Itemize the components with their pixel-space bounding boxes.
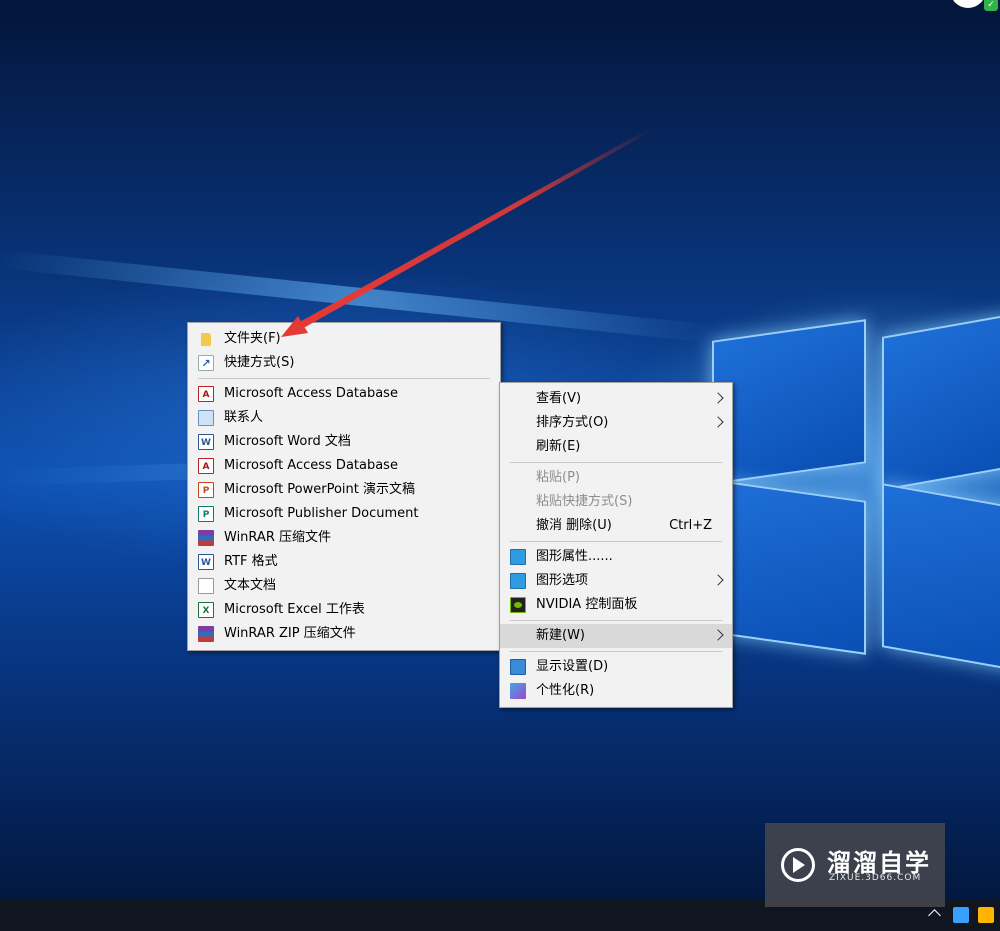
windows-logo-pane <box>712 319 866 485</box>
menu-item-microsoft-word[interactable]: W Microsoft Word 文档 <box>188 430 500 454</box>
menu-item-microsoft-excel[interactable]: X Microsoft Excel 工作表 <box>188 598 500 622</box>
menu-item-label: Microsoft PowerPoint 演示文稿 <box>224 482 416 497</box>
menu-item-label: 显示设置(D) <box>536 659 609 674</box>
menu-item-f[interactable]: 文件夹(F) <box>188 327 500 351</box>
chevron-right-icon <box>712 416 724 428</box>
menu-item-winrar-zip[interactable]: WinRAR ZIP 压缩文件 <box>188 622 500 646</box>
menu-item-v[interactable]: 查看(V) <box>500 387 732 411</box>
play-logo-icon <box>781 848 815 882</box>
rtf-icon: W <box>198 554 214 570</box>
avatar <box>950 0 986 8</box>
access-icon: A <box>198 386 214 402</box>
watermark: 溜溜自学 ZIXUE.3D66.COM <box>765 823 945 907</box>
menu-item-label: 粘贴快捷方式(S) <box>536 494 633 509</box>
menu-item-microsoft-access-database[interactable]: A Microsoft Access Database <box>188 454 500 478</box>
publisher-icon: P <box>198 506 214 522</box>
menu-item-label: 查看(V) <box>536 391 582 406</box>
checkmark-icon: ✓ <box>984 0 998 11</box>
word-icon: W <box>198 434 214 450</box>
menu-item-label: 图形属性...... <box>536 549 613 564</box>
menu-item-label: RTF 格式 <box>224 554 278 569</box>
chevron-right-icon <box>712 574 724 586</box>
menu-item-s[interactable]: ↗ 快捷方式(S) <box>188 351 500 375</box>
menu-item-d[interactable]: 显示设置(D) <box>500 655 732 679</box>
menu-item-item-9[interactable]: 图形选项 <box>500 569 732 593</box>
excel-icon: X <box>198 602 214 618</box>
menu-item-label: 联系人 <box>224 410 264 425</box>
menu-item-nvidia[interactable]: NVIDIA 控制面板 <box>500 593 732 617</box>
tray-app-icon[interactable] <box>953 907 969 923</box>
new-submenu: 文件夹(F) ↗ 快捷方式(S) A Microsoft Access Database… <box>187 322 501 651</box>
menu-item-label: Microsoft Excel 工作表 <box>224 602 365 617</box>
menu-item-microsoft-access-database[interactable]: A Microsoft Access Database <box>188 382 500 406</box>
user-account-badge: ✓ <box>940 0 1000 12</box>
graphics-properties-icon <box>510 549 526 565</box>
menu-item-winrar[interactable]: WinRAR 压缩文件 <box>188 526 500 550</box>
winrar-zip-icon <box>198 626 214 642</box>
menu-item-label: Microsoft Access Database <box>224 458 398 473</box>
menu-separator <box>510 620 722 621</box>
shortcut-icon: ↗ <box>198 355 214 371</box>
access-icon: A <box>198 458 214 474</box>
nvidia-icon <box>510 597 526 613</box>
menu-item-shortcut: Ctrl+Z <box>669 518 712 533</box>
show-hidden-icons-chevron-icon[interactable] <box>928 909 941 922</box>
display-settings-icon <box>510 659 526 675</box>
menu-item-label: 粘贴(P) <box>536 470 580 485</box>
menu-item-p: 粘贴(P) <box>500 466 732 490</box>
chevron-right-icon <box>712 629 724 641</box>
menu-item-label: NVIDIA 控制面板 <box>536 597 638 612</box>
menu-item-s: 粘贴快捷方式(S) <box>500 490 732 514</box>
menu-item-label: WinRAR ZIP 压缩文件 <box>224 626 356 641</box>
menu-item-label: 刷新(E) <box>536 439 581 454</box>
menu-item-u[interactable]: 撤消 删除(U) Ctrl+Z <box>500 514 732 538</box>
desktop-context-menu: 查看(V) 排序方式(O) 刷新(E) 粘贴(P) 粘贴快捷方式(S) 撤消 删除(U) C… <box>499 382 733 708</box>
contact-icon <box>198 410 214 426</box>
personalize-icon <box>510 683 526 699</box>
watermark-subtitle: ZIXUE.3D66.COM <box>829 873 922 883</box>
menu-separator <box>510 541 722 542</box>
menu-item-label: WinRAR 压缩文件 <box>224 530 331 545</box>
menu-item-label: Microsoft Word 文档 <box>224 434 351 449</box>
chevron-right-icon <box>712 392 724 404</box>
graphics-options-icon <box>510 573 526 589</box>
menu-item-label: 撤消 删除(U) <box>536 518 612 533</box>
powerpoint-icon: P <box>198 482 214 498</box>
menu-item-item-11[interactable]: 文本文档 <box>188 574 500 598</box>
menu-item-microsoft-publisher-document[interactable]: P Microsoft Publisher Document <box>188 502 500 526</box>
windows-logo-pane <box>712 479 866 655</box>
menu-item-label: 排序方式(O) <box>536 415 609 430</box>
menu-item-e[interactable]: 刷新(E) <box>500 435 732 459</box>
tray-network-icon[interactable] <box>978 907 994 923</box>
menu-separator <box>198 378 490 379</box>
menu-item-label: 文件夹(F) <box>224 331 281 346</box>
winrar-icon <box>198 530 214 546</box>
menu-item-microsoft-powerpoint[interactable]: P Microsoft PowerPoint 演示文稿 <box>188 478 500 502</box>
menu-item-o[interactable]: 排序方式(O) <box>500 411 732 435</box>
menu-item-item-8[interactable]: 图形属性...... <box>500 545 732 569</box>
text-document-icon <box>198 578 214 594</box>
windows-logo-pane <box>882 483 1000 671</box>
menu-separator <box>510 651 722 652</box>
menu-item-label: 个性化(R) <box>536 683 595 698</box>
menu-separator <box>510 462 722 463</box>
menu-item-label: Microsoft Publisher Document <box>224 506 419 521</box>
folder-icon <box>201 333 211 346</box>
menu-item-label: 快捷方式(S) <box>224 355 295 370</box>
menu-item-w[interactable]: 新建(W) <box>500 624 732 648</box>
menu-item-label: 新建(W) <box>536 628 585 643</box>
windows-logo-pane <box>882 313 1000 491</box>
menu-item-label: Microsoft Access Database <box>224 386 398 401</box>
menu-item-r[interactable]: 个性化(R) <box>500 679 732 703</box>
menu-item-rtf[interactable]: W RTF 格式 <box>188 550 500 574</box>
menu-item-label: 文本文档 <box>224 578 277 593</box>
menu-item-item-4[interactable]: 联系人 <box>188 406 500 430</box>
menu-item-label: 图形选项 <box>536 573 589 588</box>
